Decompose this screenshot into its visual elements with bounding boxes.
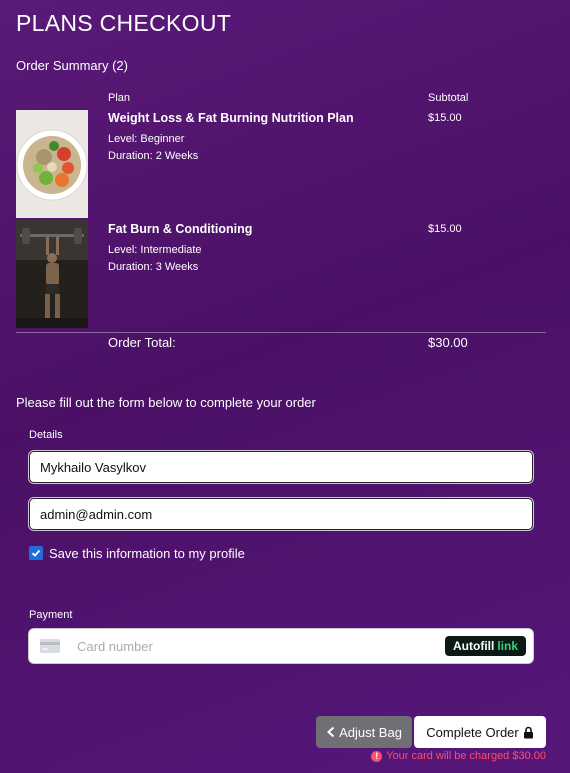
full-name-input[interactable]	[29, 451, 533, 483]
save-info-checkbox-row[interactable]: Save this information to my profile	[29, 545, 245, 561]
adjust-bag-button[interactable]: Adjust Bag	[316, 716, 412, 748]
complete-order-button[interactable]: Complete Order	[414, 716, 546, 748]
item-1-level: Level: Beginner	[108, 133, 185, 145]
autofill-text: Autofill	[453, 639, 495, 653]
details-label: Details	[29, 429, 63, 441]
autofill-link-button[interactable]: Autofill link	[445, 636, 526, 656]
charge-notice: ! Your card will be charged $30.00	[371, 750, 546, 762]
payment-label: Payment	[29, 609, 73, 621]
card-number-placeholder[interactable]: Card number	[77, 639, 445, 654]
adjust-bag-label: Adjust Bag	[339, 724, 402, 740]
item-1-name[interactable]: Weight Loss & Fat Burning Nutrition Plan	[108, 111, 354, 125]
item-2-price: $15.00	[428, 223, 462, 235]
lock-icon	[523, 726, 533, 738]
item-1-duration: Duration: 2 Weeks	[108, 150, 199, 162]
order-total-value: $30.00	[428, 335, 468, 350]
form-instructions: Please fill out the form below to comple…	[16, 395, 316, 410]
column-header-plan: Plan	[108, 92, 131, 104]
weightlifter-image	[16, 220, 88, 328]
email-input[interactable]	[29, 498, 533, 530]
save-info-checkbox[interactable]	[29, 546, 43, 560]
item-1-price: $15.00	[428, 112, 462, 124]
link-logo-text: link	[497, 639, 518, 653]
charge-notice-text: Your card will be charged $30.00	[386, 750, 546, 762]
item-2-level: Level: Intermediate	[108, 244, 202, 256]
save-info-label: Save this information to my profile	[49, 545, 245, 561]
order-summary-heading: Order Summary (2)	[16, 58, 128, 73]
complete-order-label: Complete Order	[426, 724, 519, 740]
salad-bowl-image	[16, 110, 88, 218]
card-number-field[interactable]: Card number Autofill link	[29, 629, 533, 663]
page-title: PLANS CHECKOUT	[16, 10, 232, 36]
summary-divider	[16, 332, 546, 333]
credit-card-icon	[40, 639, 60, 653]
order-total-label: Order Total:	[108, 335, 176, 350]
column-header-subtotal: Subtotal	[428, 92, 469, 104]
chevron-left-icon	[327, 726, 335, 738]
item-2-name[interactable]: Fat Burn & Conditioning	[108, 222, 252, 236]
item-2-duration: Duration: 3 Weeks	[108, 261, 199, 273]
checkmark-icon	[31, 549, 41, 557]
exclamation-icon: !	[371, 750, 383, 762]
